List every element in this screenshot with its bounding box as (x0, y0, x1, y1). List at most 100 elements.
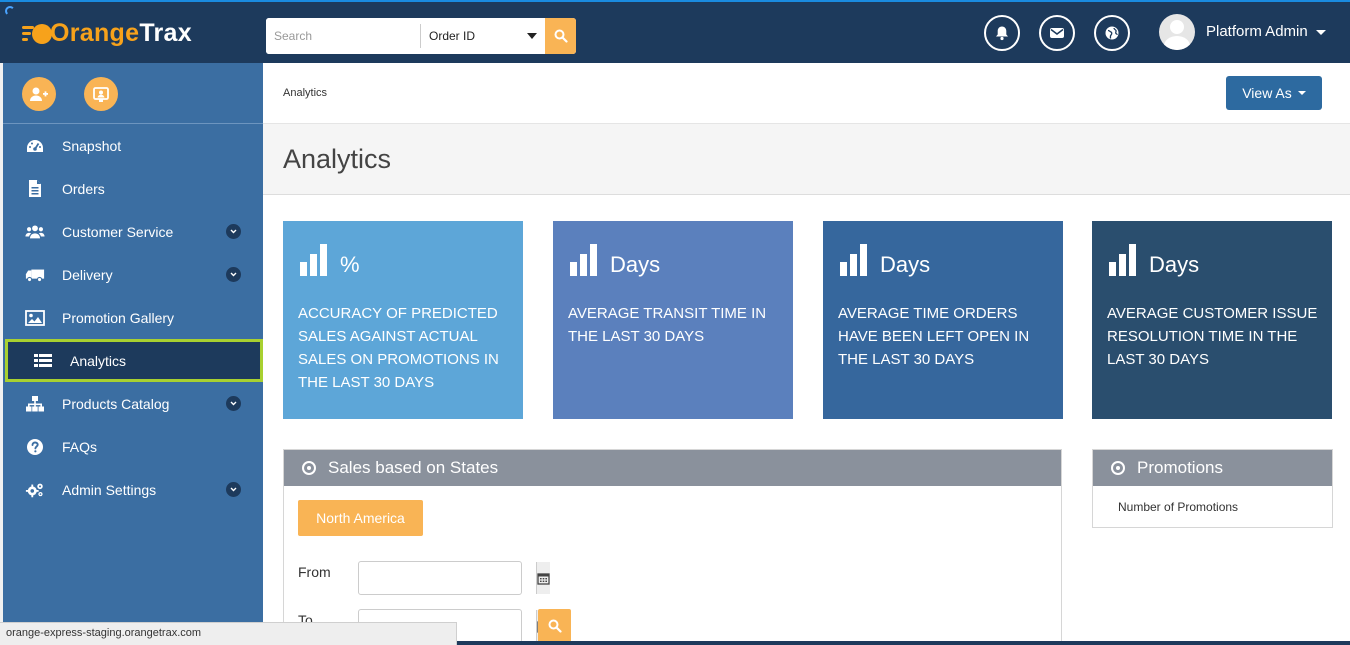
cogs-icon (25, 480, 45, 500)
search-icon (548, 619, 562, 633)
kpi-head: Days (1109, 243, 1199, 276)
sidebar-item-snapshot[interactable]: Snapshot (3, 124, 263, 167)
dot-circle-icon (302, 461, 316, 475)
status-bar-url: orange-express-staging.orangetrax.com (0, 622, 457, 645)
image-icon (25, 308, 45, 328)
panel-title: Sales based on States (328, 458, 499, 477)
kpi-unit: % (340, 252, 360, 277)
add-user-icon (30, 87, 48, 101)
user-avatar[interactable] (1159, 14, 1195, 50)
sidebar-item-label: Admin Settings (62, 481, 157, 498)
logo-mark-icon (22, 19, 56, 47)
search-bar: Order ID (266, 18, 576, 54)
kpi-card-issue-resolution: Days AVERAGE CUSTOMER ISSUE RESOLUTION T… (1092, 221, 1332, 419)
page-title: Analytics (283, 144, 392, 174)
sidebar-item-delivery[interactable]: Delivery (3, 253, 263, 296)
sidebar-item-label: Customer Service (62, 223, 174, 240)
kpi-unit: Days (880, 252, 931, 277)
dot-circle-icon (1111, 461, 1125, 475)
bar-chart-icon (840, 244, 867, 276)
search-type-select[interactable]: Order ID (421, 18, 545, 54)
sidebar-item-analytics[interactable]: Analytics (5, 339, 263, 382)
sidebar-item-customer-service[interactable]: Customer Service (3, 210, 263, 253)
bar-chart-icon (300, 244, 327, 276)
sidebar-item-label: Orders (62, 180, 105, 197)
top-navbar: OrangeTrax Order ID Platform Admin (0, 0, 1350, 63)
language-button[interactable] (1094, 15, 1130, 51)
sitemap-icon (25, 394, 45, 414)
chevron-down-icon[interactable] (226, 482, 241, 497)
search-sales-button[interactable] (538, 609, 571, 643)
calendar-icon[interactable] (536, 562, 550, 594)
sidebar-item-orders[interactable]: Orders (3, 167, 263, 210)
users-icon (25, 222, 45, 242)
document-icon (25, 179, 45, 199)
kpi-card-transit-time: Days AVERAGE TRANSIT TIME IN THE LAST 30… (553, 221, 793, 419)
messages-button[interactable] (1039, 15, 1075, 51)
kpi-description: AVERAGE TRANSIT TIME IN THE LAST 30 DAYS (568, 305, 767, 345)
chevron-down-icon[interactable] (226, 224, 241, 239)
question-circle-icon (25, 437, 45, 457)
kpi-unit: Days (610, 252, 661, 277)
bar-chart-icon (1109, 244, 1136, 276)
logo-text-orange: Orange (50, 18, 140, 47)
kpi-description: AVERAGE CUSTOMER ISSUE RESOLUTION TIME I… (1107, 305, 1318, 368)
search-input[interactable] (266, 18, 420, 54)
orangetrax-logo[interactable]: OrangeTrax (22, 16, 192, 50)
promotions-panel: Promotions Number of Promotions (1092, 449, 1333, 528)
envelope-icon (1050, 28, 1064, 38)
add-user-button[interactable] (22, 77, 56, 111)
sidebar-item-admin-settings[interactable]: Admin Settings (3, 468, 263, 511)
chevron-down-icon[interactable] (226, 396, 241, 411)
kpi-head: Days (570, 243, 660, 276)
kpi-head: % (300, 243, 360, 276)
chevron-down-icon[interactable] (226, 267, 241, 282)
sidebar-item-label: Delivery (62, 266, 113, 283)
truck-icon (25, 265, 45, 285)
bar-chart-icon (570, 244, 597, 276)
user-menu-caret-icon[interactable] (1316, 30, 1326, 35)
sidebar-item-label: Products Catalog (62, 395, 170, 412)
user-name[interactable]: Platform Admin (1206, 23, 1308, 40)
view-as-label: View As (1242, 85, 1292, 101)
kpi-unit: Days (1149, 252, 1200, 277)
region-button[interactable]: North America (298, 500, 423, 536)
breadcrumb-bar: Analytics View As (263, 63, 1350, 124)
sidebar-item-promotion-gallery[interactable]: Promotion Gallery (3, 296, 263, 339)
sidebar-item-label: Promotion Gallery (62, 309, 175, 326)
search-icon (554, 29, 568, 43)
globe-icon (1105, 26, 1119, 40)
id-card-icon (93, 87, 109, 102)
search-button[interactable] (545, 18, 576, 54)
dashboard-icon (25, 136, 45, 156)
page-header: Analytics (263, 124, 1350, 195)
sidebar-quick-actions (3, 63, 263, 124)
kpi-description: ACCURACY OF PREDICTED SALES AGAINST ACTU… (298, 305, 499, 391)
panel-header: Sales based on States (284, 450, 1061, 486)
search-type-value: Order ID (429, 29, 476, 43)
sidebar-item-products-catalog[interactable]: Products Catalog (3, 382, 263, 425)
caret-down-icon (527, 33, 537, 39)
panel-title: Promotions (1137, 458, 1223, 477)
logo-text: OrangeTrax (50, 19, 192, 48)
kpi-card-open-orders: Days AVERAGE TIME ORDERS HAVE BEEN LEFT … (823, 221, 1063, 419)
sidebar: Snapshot Orders Customer Service Deliver… (3, 63, 263, 645)
from-date-input[interactable] (359, 562, 536, 594)
from-date-field[interactable] (358, 561, 550, 595)
from-label: From (298, 564, 331, 580)
id-card-button[interactable] (84, 77, 118, 111)
notifications-button[interactable] (984, 15, 1020, 51)
kpi-description: AVERAGE TIME ORDERS HAVE BEEN LEFT OPEN … (838, 305, 1030, 368)
kpi-head: Days (840, 243, 930, 276)
view-as-button[interactable]: View As (1226, 76, 1322, 110)
sidebar-item-faqs[interactable]: FAQs (3, 425, 263, 468)
sales-by-state-panel: Sales based on States North America From… (283, 449, 1062, 645)
loading-spinner-icon (5, 6, 15, 16)
table-list-icon (33, 351, 53, 371)
sidebar-item-label: Snapshot (62, 137, 122, 154)
promotions-count-label: Number of Promotions (1118, 500, 1239, 514)
sidebar-item-label: Analytics (70, 352, 127, 369)
panel-header: Promotions (1093, 450, 1332, 486)
breadcrumb[interactable]: Analytics (283, 87, 327, 99)
bell-icon (996, 26, 1008, 41)
